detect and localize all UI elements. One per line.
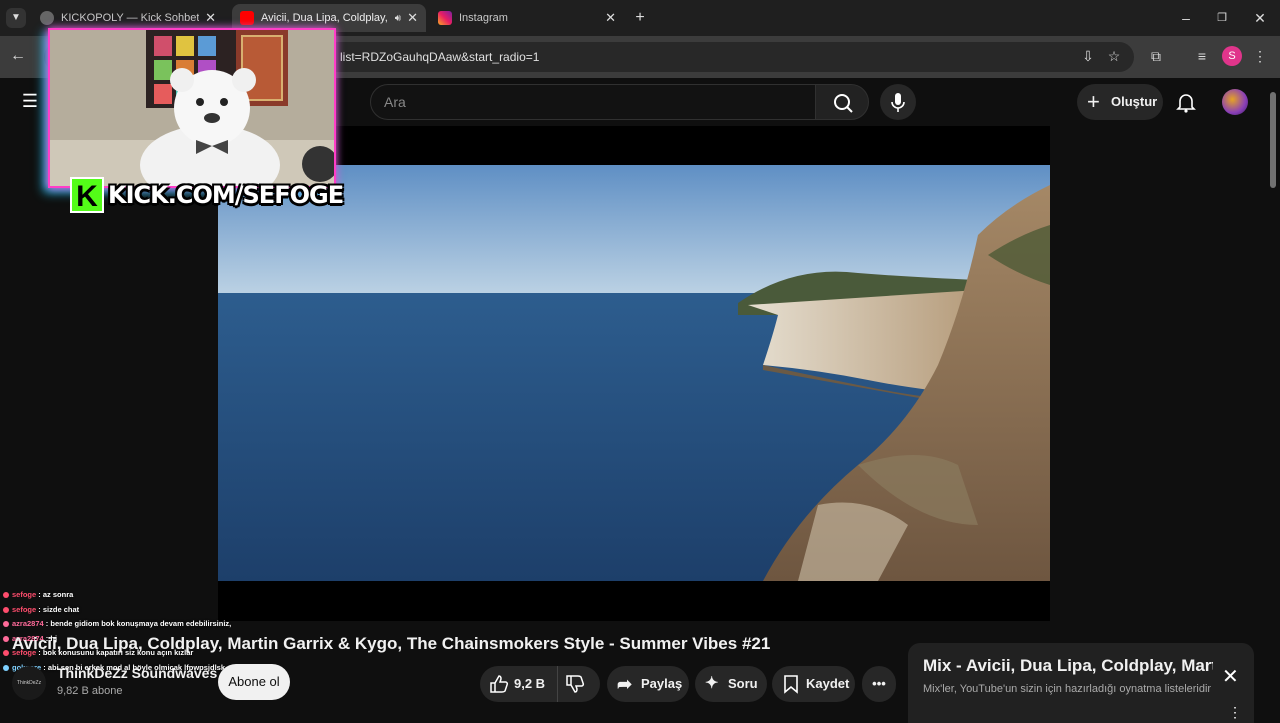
like-count: 9,2 B bbox=[514, 676, 546, 691]
mix-more-icon[interactable]: ⋮ bbox=[1228, 704, 1242, 721]
browser-menu-icon[interactable]: ⋮ bbox=[1250, 46, 1270, 66]
install-app-icon[interactable]: ⇩ bbox=[1078, 46, 1098, 66]
plus-icon: + bbox=[1087, 89, 1100, 114]
ask-label: Soru bbox=[728, 676, 758, 691]
subscriber-count: 9,82 B abone bbox=[57, 685, 123, 697]
chat-message-text: : az sonra bbox=[36, 590, 74, 599]
speaker-icon[interactable]: 🔊︎ bbox=[395, 13, 401, 24]
close-tab-icon[interactable]: ✕ bbox=[407, 10, 418, 26]
share-label: Paylaş bbox=[641, 676, 683, 691]
page-scrollbar[interactable] bbox=[1270, 92, 1276, 188]
chat-badge-icon bbox=[3, 664, 9, 671]
streamer-webcam bbox=[48, 28, 336, 188]
microphone-icon bbox=[891, 93, 905, 112]
chat-badge-icon bbox=[3, 592, 9, 599]
minimize-icon[interactable]: – bbox=[1176, 8, 1196, 28]
bell-icon bbox=[1176, 94, 1196, 113]
youtube-icon bbox=[240, 11, 254, 25]
chat-message-text: : bende gidiom bok konuşmaya devam edebi… bbox=[43, 619, 232, 628]
browser-tab-instagram[interactable]: Instagram ✕ bbox=[430, 4, 624, 32]
kick-logo: K bbox=[70, 177, 104, 213]
kick-channel-banner: K KICK.COM/SEFOGE bbox=[70, 177, 344, 213]
close-window-icon[interactable]: ✕ bbox=[1250, 8, 1270, 28]
search-icon bbox=[834, 94, 853, 113]
bookmark-star-icon[interactable]: ☆ bbox=[1104, 46, 1124, 66]
voice-search-button[interactable] bbox=[880, 84, 916, 120]
mix-title[interactable]: Mix - Avicii, Dua Lipa, Coldplay, Mart..… bbox=[923, 656, 1213, 676]
chat-message-text: : sizde chat bbox=[36, 604, 80, 614]
account-avatar[interactable] bbox=[1222, 89, 1248, 115]
more-actions-button[interactable]: ••• bbox=[862, 666, 896, 702]
create-label: Oluştur bbox=[1111, 94, 1158, 109]
tab-search-chevron-icon[interactable]: ▼ bbox=[6, 8, 26, 28]
create-button[interactable]: + Oluştur bbox=[1077, 84, 1163, 120]
webcam-teddy-bear-image bbox=[50, 30, 334, 186]
close-mix-icon[interactable]: ✕ bbox=[1222, 664, 1239, 689]
chat-badge-icon bbox=[3, 606, 9, 613]
search-button[interactable] bbox=[815, 84, 869, 120]
thumbs-down-icon bbox=[566, 675, 585, 693]
new-tab-button[interactable]: + bbox=[630, 8, 650, 28]
video-frame[interactable] bbox=[218, 165, 1050, 581]
share-button[interactable]: ➦ Paylaş bbox=[607, 666, 689, 702]
chat-message: sefoge : sizde chat bbox=[0, 603, 352, 618]
close-tab-icon[interactable]: ✕ bbox=[605, 10, 616, 26]
tab-title: Instagram bbox=[459, 12, 508, 24]
chat-badge-icon bbox=[3, 621, 9, 628]
close-tab-icon[interactable]: ✕ bbox=[205, 10, 216, 26]
save-label: Kaydet bbox=[806, 676, 850, 691]
extensions-icon[interactable]: ⧉ bbox=[1146, 46, 1166, 66]
save-button[interactable]: Kaydet bbox=[772, 666, 855, 702]
sparkle-icon: ✦ bbox=[705, 675, 719, 692]
channel-avatar[interactable]: ThinkDeZz bbox=[12, 666, 46, 700]
chat-badge-icon bbox=[3, 650, 9, 657]
chat-message: sefoge : az sonra bbox=[0, 588, 352, 603]
channel-name[interactable]: ThinkDeZz Soundwaves bbox=[57, 665, 217, 681]
tab-title: KICKOPOLY — Kick Sohbet Mo bbox=[61, 12, 200, 24]
chat-message: azra2874 : bende gidiom bok konuşmaya de… bbox=[0, 617, 352, 632]
subscribe-button[interactable]: Abone ol bbox=[218, 664, 290, 700]
coastline-scene-image bbox=[218, 165, 1050, 581]
mix-subtitle: Mix'ler, YouTube'un sizin için hazırladı… bbox=[923, 683, 1212, 695]
chat-username: sefoge bbox=[12, 604, 37, 614]
profile-avatar[interactable]: S bbox=[1222, 46, 1242, 66]
hamburger-menu-icon[interactable]: ☰ bbox=[20, 91, 40, 111]
back-arrow-icon[interactable]: ← bbox=[8, 46, 28, 66]
chat-badge-icon bbox=[3, 635, 9, 642]
search-input[interactable]: Ara bbox=[370, 84, 816, 120]
dislike-button[interactable] bbox=[564, 673, 586, 695]
globe-icon bbox=[40, 11, 54, 25]
like-button[interactable]: 9,2 B bbox=[480, 666, 558, 702]
bookmark-icon bbox=[784, 675, 798, 694]
chat-username: azra2874 bbox=[12, 619, 44, 628]
restore-icon[interactable]: ❐ bbox=[1212, 8, 1232, 28]
like-dislike-group: 9,2 B bbox=[480, 666, 600, 702]
thumbs-up-icon bbox=[490, 675, 509, 693]
notifications-button[interactable] bbox=[1174, 90, 1198, 114]
tab-title: Avicii, Dua Lipa, Coldplay, M bbox=[261, 12, 389, 24]
chat-username: sefoge bbox=[12, 590, 37, 599]
more-horiz-icon: ••• bbox=[872, 676, 886, 691]
share-icon: ➦ bbox=[617, 674, 633, 694]
ask-button[interactable]: ✦ Soru bbox=[695, 666, 767, 702]
media-control-icon[interactable]: ≡ bbox=[1192, 46, 1212, 66]
kick-channel-url: KICK.COM/SEFOGE bbox=[108, 181, 344, 209]
instagram-icon bbox=[438, 11, 452, 25]
stream-chat-overlay: sefoge : az sonra sefoge : sizde chat azra… bbox=[0, 588, 352, 675]
video-title: Avicii, Dua Lipa, Coldplay, Martin Garri… bbox=[12, 634, 771, 653]
